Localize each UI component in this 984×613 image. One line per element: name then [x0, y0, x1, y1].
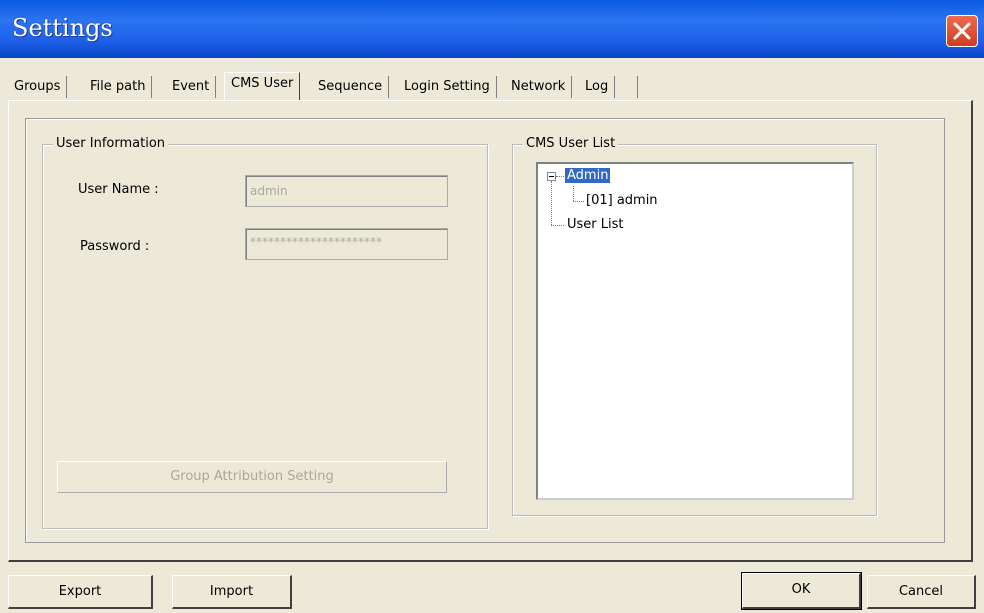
cancel-button[interactable]: Cancel	[867, 575, 976, 609]
tab-file-path[interactable]: File path	[84, 76, 153, 98]
export-button[interactable]: Export	[8, 575, 153, 609]
tab-end-divider	[637, 76, 638, 98]
tab-event[interactable]: Event	[166, 76, 217, 98]
ok-button[interactable]: OK	[741, 572, 862, 610]
cms-user-list-legend: CMS User List	[523, 136, 619, 151]
tab-network[interactable]: Network	[505, 76, 573, 98]
tree-node-admin[interactable]: Admin	[565, 167, 611, 185]
user-tree[interactable]: Admin [01] admin User List	[536, 162, 854, 500]
tab-login-setting[interactable]: Login Setting	[398, 76, 497, 98]
close-icon	[953, 22, 971, 40]
collapse-icon[interactable]	[547, 172, 556, 181]
close-button[interactable]	[946, 15, 978, 47]
tab-groups[interactable]: Groups	[8, 76, 68, 98]
tab-cms-user[interactable]: CMS User	[224, 72, 301, 100]
tree-connector	[573, 201, 584, 202]
password-field[interactable]: **********************	[245, 228, 448, 260]
window-title: Settings	[12, 14, 113, 42]
tree-connector	[556, 176, 564, 177]
user-information-legend: User Information	[53, 136, 169, 151]
group-attribution-button[interactable]: Group Attribution Setting	[57, 461, 447, 493]
username-label: User Name :	[78, 182, 159, 197]
title-bar[interactable]	[0, 0, 984, 58]
tab-sequence[interactable]: Sequence	[312, 76, 390, 98]
import-button[interactable]: Import	[172, 575, 292, 609]
tree-node-admin-user[interactable]: [01] admin	[586, 192, 658, 210]
tree-connector	[573, 186, 574, 201]
username-field[interactable]: admin	[245, 175, 448, 207]
tree-node-user-list[interactable]: User List	[567, 216, 624, 234]
tree-connector	[551, 181, 552, 225]
tree-connector	[551, 225, 564, 226]
tab-log[interactable]: Log	[579, 76, 616, 98]
tab-bar: Groups File path Event CMS User Sequence…	[8, 72, 963, 102]
password-label: Password :	[80, 239, 150, 254]
